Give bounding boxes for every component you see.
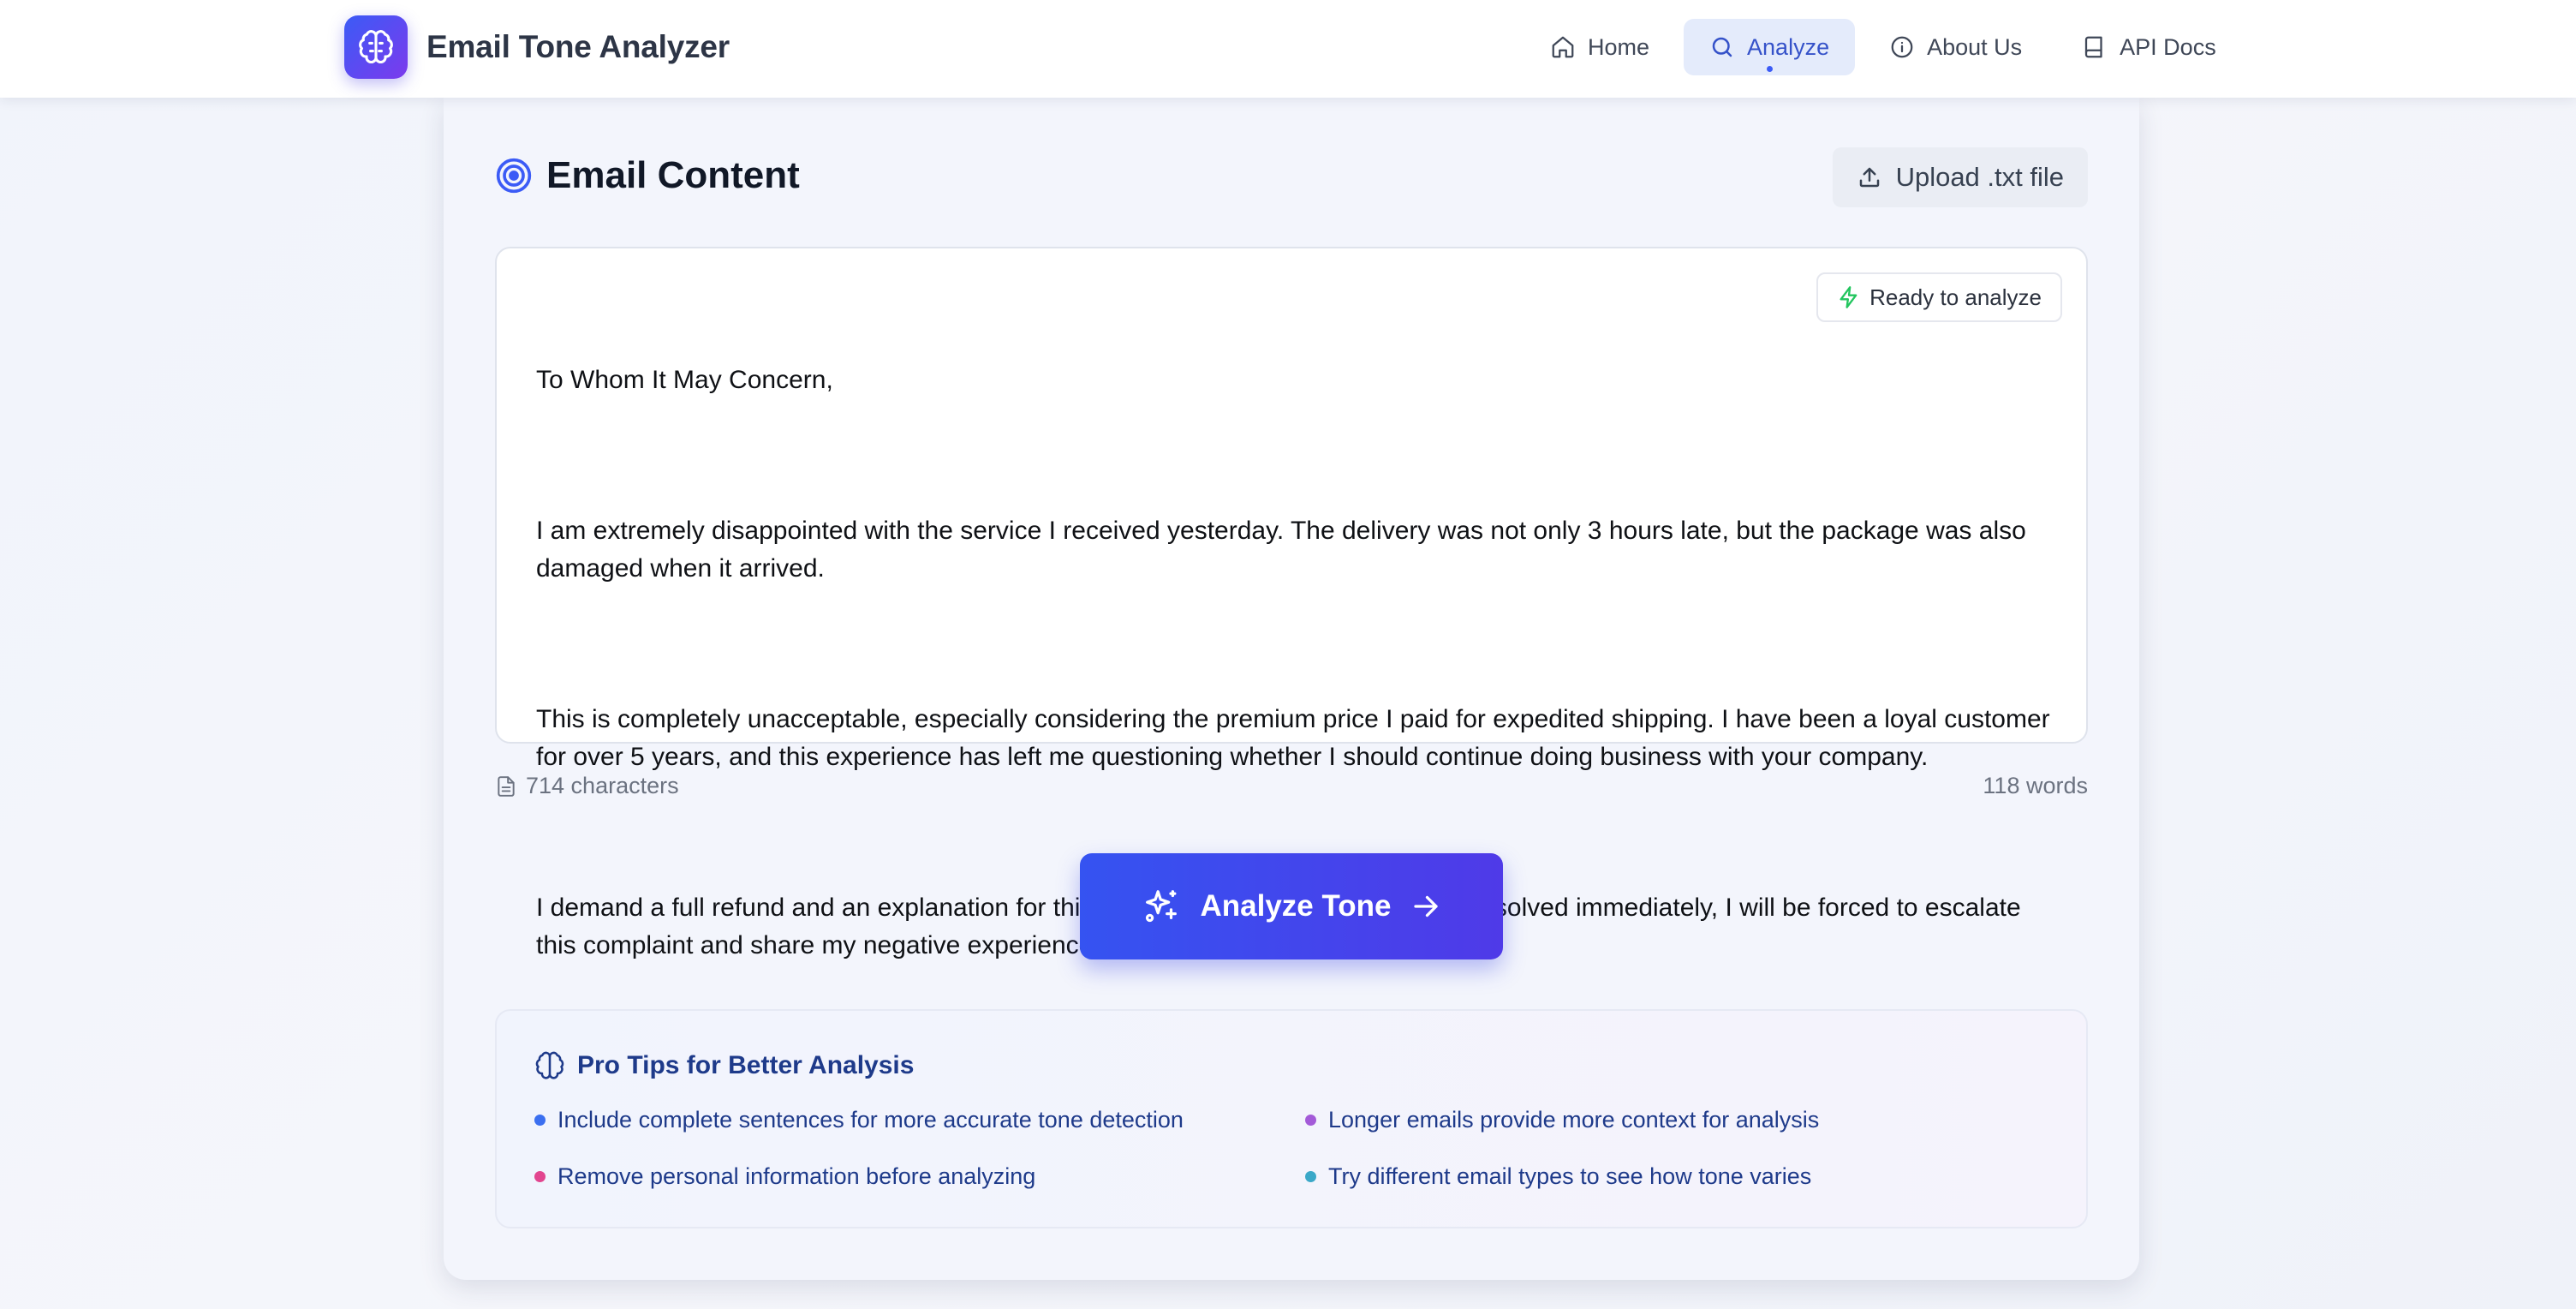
tips-header: Pro Tips for Better Analysis — [534, 1050, 914, 1081]
tip-text: Remove personal information before analy… — [558, 1163, 1036, 1189]
target-icon — [496, 158, 532, 194]
email-paragraph: To Whom It May Concern, — [536, 366, 833, 394]
tip-bullet — [534, 1171, 546, 1182]
email-paragraph: I am extremely disappointed with the ser… — [536, 517, 2034, 583]
tip-bullet — [534, 1115, 546, 1126]
sparkles-icon — [1146, 890, 1178, 923]
top-navbar: Email Tone Analyzer Home Analyze About U… — [0, 0, 2576, 98]
lightning-icon — [1840, 286, 1857, 308]
nav-item-label: About Us — [1927, 33, 2023, 60]
arrow-right-icon — [1413, 895, 1438, 917]
analyze-tone-button[interactable]: Analyze Tone — [1080, 853, 1503, 959]
tip-text: Include complete sentences for more accu… — [558, 1107, 1184, 1133]
word-count: 118 words — [1983, 773, 2088, 798]
analyze-button-label: Analyze Tone — [1200, 889, 1392, 923]
tip-bullet — [1305, 1171, 1316, 1182]
tip-item: Longer emails provide more context for a… — [1305, 1107, 1819, 1133]
character-count: 714 characters — [495, 773, 679, 799]
brand[interactable]: Email Tone Analyzer — [344, 15, 730, 79]
home-icon — [1552, 36, 1574, 58]
section-title: Email Content — [546, 154, 800, 196]
main-nav: Home Analyze About Us API Docs — [1524, 19, 2242, 75]
character-count-label: 714 characters — [526, 773, 679, 798]
tip-item: Try different email types to see how ton… — [1305, 1163, 1811, 1190]
section-header: Email Content — [495, 154, 800, 197]
upload-icon — [1859, 167, 1879, 188]
pro-tips-panel: Pro Tips for Better Analysis Include com… — [495, 1009, 2088, 1228]
status-badge: Ready to analyze — [1816, 272, 2062, 322]
tip-text: Try different email types to see how ton… — [1328, 1163, 1812, 1189]
nav-item-home[interactable]: Home — [1524, 19, 1675, 75]
nav-item-analyze[interactable]: Analyze — [1684, 19, 1856, 75]
search-icon — [1712, 37, 1732, 57]
nav-item-label: API Docs — [2120, 33, 2216, 60]
tip-text: Longer emails provide more context for a… — [1328, 1107, 1820, 1133]
tips-title: Pro Tips for Better Analysis — [577, 1051, 915, 1079]
nav-item-label: Analyze — [1747, 33, 1830, 60]
app-title: Email Tone Analyzer — [426, 29, 730, 64]
upload-button-label: Upload .txt file — [1895, 162, 2064, 192]
email-paragraph: This is completely unacceptable, especia… — [536, 705, 2057, 771]
nav-item-label: Home — [1588, 33, 1650, 60]
status-badge-label: Ready to analyze — [1869, 284, 2042, 310]
tip-item: Include complete sentences for more accu… — [534, 1107, 1184, 1133]
info-icon — [1891, 36, 1913, 58]
brain-icon — [535, 1051, 564, 1079]
tip-bullet — [1305, 1115, 1316, 1126]
nav-item-about[interactable]: About Us — [1863, 19, 2048, 75]
active-indicator-dot — [1767, 66, 1774, 72]
analyzer-card: Email Content Upload .txt file To Whom I… — [444, 98, 2139, 1280]
tip-item: Remove personal information before analy… — [534, 1163, 1035, 1190]
upload-file-button[interactable]: Upload .txt file — [1832, 147, 2088, 207]
book-icon — [2085, 36, 2102, 58]
file-text-icon — [498, 775, 515, 797]
nav-item-api-docs[interactable]: API Docs — [2056, 19, 2242, 75]
email-content-textarea[interactable]: To Whom It May Concern, I am extremely d… — [495, 247, 2088, 959]
brain-logo-icon — [344, 15, 408, 79]
